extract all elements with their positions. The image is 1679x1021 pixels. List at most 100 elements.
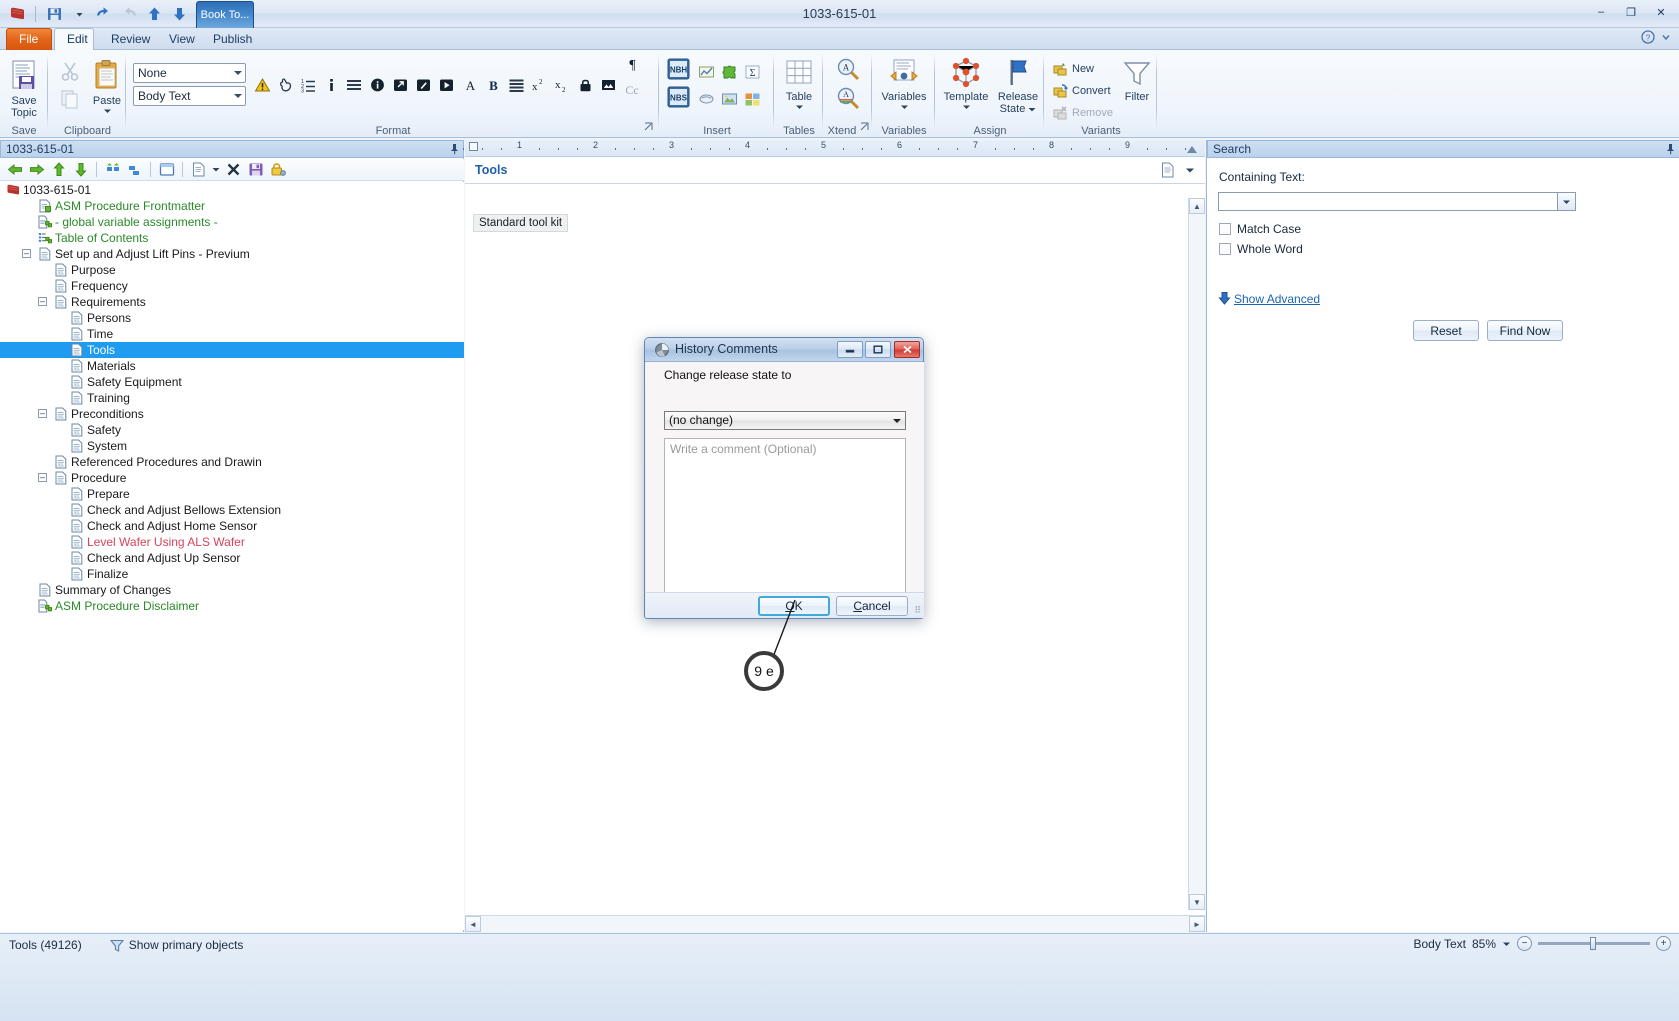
insert-chart-icon[interactable] [696,61,717,82]
tree-save-icon[interactable] [245,160,266,180]
image-icon[interactable] [598,74,619,95]
tree-item[interactable]: Table of Contents [0,230,464,246]
zoom-out-button[interactable]: − [1517,936,1532,951]
check-in-arrow-up-icon[interactable] [143,3,165,25]
tree-item[interactable]: Safety Equipment [0,374,464,390]
tree-item[interactable]: Level Wafer Using ALS Wafer [0,534,464,550]
insert-image-icon[interactable] [719,88,740,109]
tree-item[interactable]: – Preconditions [0,406,464,422]
release-state-combo[interactable]: (no change) [664,411,906,430]
insert-sigma-icon[interactable]: Σ [742,61,763,82]
ribbon-collapse-chevron-down-icon[interactable] [1661,32,1671,42]
undo-icon[interactable] [93,3,115,25]
cut-icon[interactable] [57,58,83,84]
zoom-slider-track[interactable] [1538,937,1650,950]
whole-word-checkbox[interactable] [1219,243,1231,255]
find-now-button[interactable]: Find Now [1487,320,1563,341]
topic-tree[interactable]: 1033-615-01 ASM Procedure Frontmatter - gl… [0,182,464,930]
ok-button[interactable]: OK [758,596,830,616]
tree-item[interactable]: Finalize [0,566,464,582]
check-out-arrow-down-icon[interactable] [168,3,190,25]
tree-item[interactable]: Training [0,390,464,406]
release-state-dropdown-chevron-down-icon[interactable] [1028,107,1036,112]
xtend-find-icon[interactable]: A [833,55,863,85]
tree-item[interactable]: Time [0,326,464,342]
tree-expander-collapse-icon[interactable]: – [22,249,31,258]
match-case-checkbox-row[interactable]: Match Case [1219,222,1301,236]
table-button[interactable]: Table [779,56,819,113]
cancel-button[interactable]: Cancel [836,596,908,616]
tree-item[interactable]: Prepare [0,486,464,502]
tab-publish[interactable]: Publish [200,28,252,50]
new-topic-chevron-down-icon[interactable] [210,160,222,180]
pilcrow-icon[interactable]: ¶ [622,53,643,74]
tree-item[interactable]: - global variable assignments - [0,214,464,230]
tree-expander-collapse-icon[interactable]: – [38,297,47,306]
font-style-icon[interactable]: A [460,74,481,95]
pin-icon[interactable] [449,143,460,155]
demote-icon[interactable] [124,160,145,180]
tree-item[interactable]: – Procedure [0,470,464,486]
search-pin-icon[interactable] [1665,143,1676,155]
template-button[interactable]: Template [940,54,992,113]
tree-lock-icon[interactable] [267,160,288,180]
delete-close-x-icon[interactable] [223,160,244,180]
paste-button[interactable]: Paste [87,56,127,117]
restore-button[interactable]: ❐ [1617,2,1645,22]
dialog-resize-grip[interactable]: ⠿ [914,605,921,616]
topic-view-document-icon[interactable] [1161,162,1175,178]
numbered-list-icon[interactable]: 123 [298,74,319,95]
scroll-left-arrow[interactable]: ◄ [465,916,481,932]
template-dropdown-chevron-down-icon[interactable] [962,104,971,110]
reset-button[interactable]: Reset [1413,320,1479,341]
release-state-button[interactable]: Release State [994,54,1042,118]
variant-new-button[interactable]: New [1049,59,1097,79]
variables-dropdown-chevron-down-icon[interactable] [900,104,909,110]
show-advanced-arrow-down-icon[interactable] [1218,291,1231,305]
content-block-standard-tool-kit[interactable]: Standard tool kit [473,214,569,232]
search-history-chevron-down-icon[interactable] [1558,192,1576,211]
tree-item[interactable]: 1033-615-01 [0,182,464,198]
topic-view-chevron-down-icon[interactable] [1185,167,1195,174]
close-button[interactable]: ✕ [1647,2,1675,22]
tab-view[interactable]: View [156,28,196,50]
insert-note-icon[interactable] [696,88,717,109]
hand-pointer-icon[interactable] [275,74,296,95]
help-icon[interactable]: ? [1641,30,1655,44]
match-case-checkbox[interactable] [1219,223,1231,235]
nbh-button[interactable]: NBH [665,56,691,82]
zoom-in-button[interactable]: + [1656,936,1671,951]
search-input[interactable] [1218,192,1558,211]
tree-item[interactable]: Referenced Procedures and Drawin [0,454,464,470]
app-book-icon[interactable] [6,3,28,25]
save-dropdown-chevron-down-icon[interactable] [68,3,90,25]
scroll-right-arrow[interactable]: ► [1189,916,1205,932]
zoom-level-label[interactable]: 85% [1472,937,1496,951]
bulleted-list-icon[interactable] [344,74,365,95]
tree-item[interactable]: System [0,438,464,454]
xtend-find-color-icon[interactable]: A [833,84,863,114]
dialog-close-button[interactable] [894,341,920,358]
nav-forward-arrow-right-icon[interactable] [26,160,47,180]
tree-expander-collapse-icon[interactable]: – [38,473,47,482]
promote-icon[interactable] [102,160,123,180]
bold-icon[interactable]: B [483,74,504,95]
tree-item[interactable]: Check and Adjust Bellows Extension [0,502,464,518]
table-dropdown-chevron-down-icon[interactable] [795,104,804,110]
save-icon[interactable] [43,3,65,25]
zoom-slider-thumb[interactable] [1590,937,1596,950]
tree-item[interactable]: Summary of Changes [0,582,464,598]
tree-item[interactable]: ASM Procedure Disclaimer [0,598,464,614]
comment-textarea[interactable]: Write a comment (Optional) [664,438,906,593]
style-combo[interactable]: None [133,63,246,83]
nbs-button[interactable]: NBS [665,84,691,110]
filter-button[interactable]: Filter [1117,56,1157,106]
save-topic-button[interactable]: Save Topic [4,56,44,122]
whole-word-checkbox-row[interactable]: Whole Word [1219,242,1303,256]
tab-review[interactable]: Review [98,28,152,50]
warning-icon[interactable] [252,74,273,95]
lock-icon[interactable] [575,74,596,95]
paragraph-combo[interactable]: Body Text [133,86,246,106]
paste-dropdown-chevron-down-icon[interactable] [103,108,112,114]
move-up-arrow-up-icon[interactable] [48,160,69,180]
